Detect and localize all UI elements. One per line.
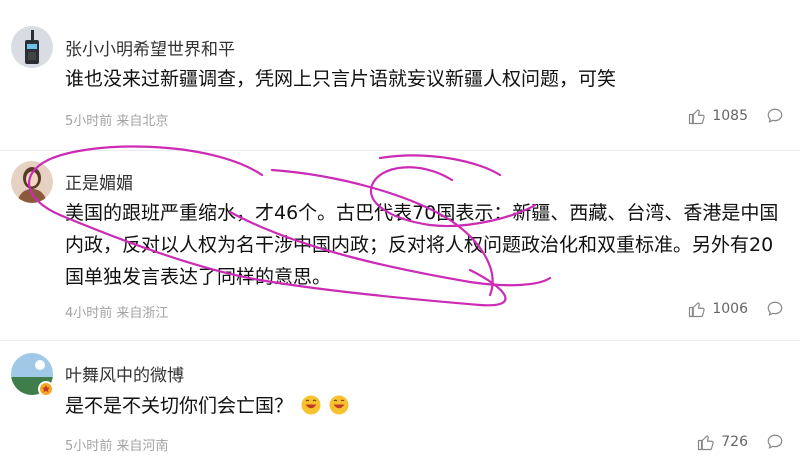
reply-bubble-icon bbox=[767, 108, 783, 123]
comment-username[interactable]: 正是媚媚 bbox=[65, 169, 133, 194]
like-count: 1085 bbox=[712, 108, 748, 124]
laughing-emoji-icon bbox=[301, 395, 321, 415]
reply-button[interactable] bbox=[766, 433, 784, 451]
reply-button[interactable] bbox=[766, 300, 784, 318]
comment-meta: 5小时前 来自北京 bbox=[65, 114, 169, 129]
user-avatar[interactable] bbox=[11, 161, 53, 203]
reply-bubble-icon bbox=[767, 434, 783, 449]
comment-item: 叶舞风中的微博 是不是不关切你们会亡国？ 5小时前 来自河南 726 bbox=[0, 340, 800, 469]
comment-text: 美国的跟班严重缩水，才46个。古巴代表70国表示：新疆、西藏、台湾、香港是中国内… bbox=[65, 202, 779, 288]
thumbs-up-icon bbox=[689, 109, 706, 125]
like-count: 1006 bbox=[712, 301, 748, 317]
thumbs-up-icon bbox=[689, 302, 706, 318]
like-button[interactable]: 1006 bbox=[688, 300, 748, 318]
like-button[interactable]: 726 bbox=[697, 433, 748, 451]
comment-meta: 5小时前 来自河南 bbox=[65, 439, 169, 454]
laughing-emoji-icon bbox=[329, 395, 349, 415]
comment-meta: 4小时前 来自浙江 bbox=[65, 306, 169, 321]
comment-username[interactable]: 张小小明希望世界和平 bbox=[65, 35, 235, 60]
verified-badge-icon bbox=[38, 381, 54, 397]
reply-bubble-icon bbox=[767, 301, 783, 316]
woman-portrait-avatar-icon bbox=[11, 161, 53, 203]
comment-text-line: 是不是不关切你们会亡国？ bbox=[65, 390, 790, 422]
walkie-talkie-avatar-icon bbox=[11, 26, 53, 68]
like-button[interactable]: 1085 bbox=[688, 107, 748, 125]
like-count: 726 bbox=[721, 434, 748, 450]
comment-item: 张小小明希望世界和平 谁也没来过新疆调查，凭网上只言片语就妄议新疆人权问题，可笑… bbox=[0, 0, 800, 150]
comment-item: 正是媚媚 美国的跟班严重缩水，才46个。古巴代表70国表示：新疆、西藏、台湾、香… bbox=[0, 150, 800, 340]
comment-text: 是不是不关切你们会亡国？ bbox=[65, 395, 294, 417]
comment-username[interactable]: 叶舞风中的微博 bbox=[65, 361, 184, 386]
thumbs-up-icon bbox=[698, 435, 714, 451]
reply-button[interactable] bbox=[766, 107, 784, 125]
comment-text: 谁也没来过新疆调查，凭网上只言片语就妄议新疆人权问题，可笑 bbox=[65, 68, 617, 90]
user-avatar[interactable] bbox=[11, 26, 53, 68]
